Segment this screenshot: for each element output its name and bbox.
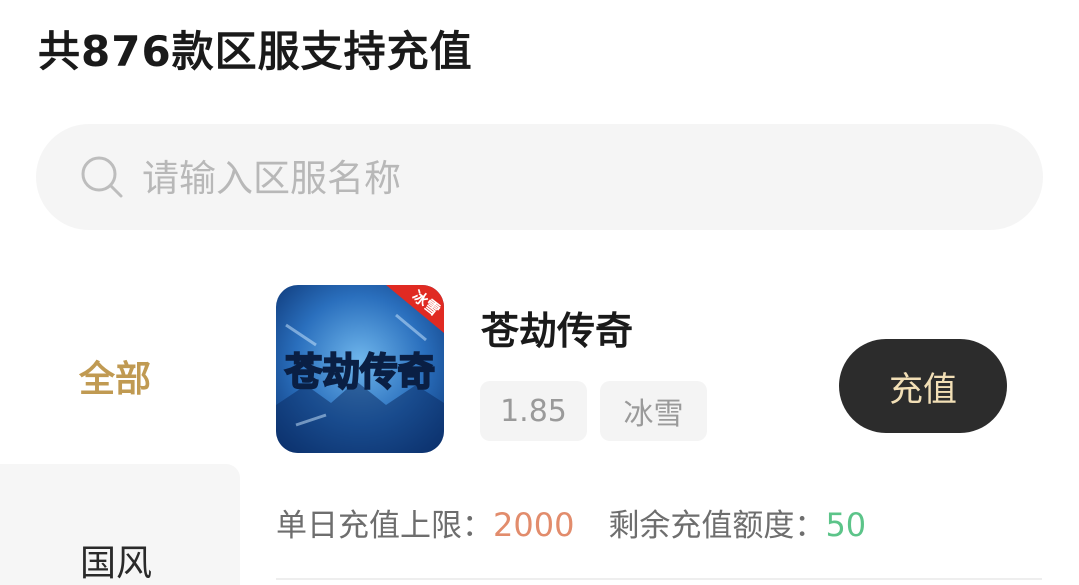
sidebar-item-guofeng[interactable]: 国风 xyxy=(80,534,152,585)
tag-version: 1.85 xyxy=(480,381,587,441)
list-divider xyxy=(276,578,1042,580)
daily-limit-label: 单日充值上限： xyxy=(276,508,493,544)
game-icon[interactable]: 冰雪 苍劫传奇 xyxy=(276,285,444,453)
remaining-value: 50 xyxy=(825,506,867,544)
game-icon-image: 冰雪 苍劫传奇 xyxy=(276,285,444,453)
search-icon xyxy=(81,156,123,198)
game-name[interactable]: 苍劫传奇 xyxy=(481,300,633,355)
remaining-label: 剩余充值额度： xyxy=(608,508,826,544)
daily-limit-value: 2000 xyxy=(493,506,575,544)
sidebar-item-all[interactable]: 全部 xyxy=(79,350,151,402)
recharge-button[interactable]: 充值 xyxy=(839,339,1007,433)
tag-type: 冰雪 xyxy=(600,381,707,441)
page-title: 共876款区服支持充值 xyxy=(38,27,473,76)
limit-row: 单日充值上限： 2000 剩余充值额度： 50 xyxy=(276,500,866,545)
recharge-server-page: 共876款区服支持充值 全部 国风 冰雪 苍劫传奇 苍劫传奇 1.85 冰雪 xyxy=(0,0,1079,585)
search-input[interactable] xyxy=(142,140,1002,216)
game-icon-title: 苍劫传奇 xyxy=(285,349,435,394)
